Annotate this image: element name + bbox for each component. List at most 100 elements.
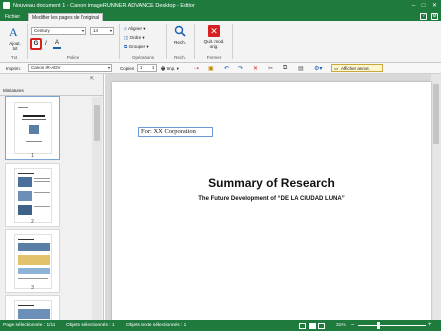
options-icon[interactable]: ⚙▾ (314, 65, 322, 72)
thumbnail-image (14, 168, 52, 223)
title-bar: Nouveau document 1 - Canon imageRUNNER A… (0, 0, 441, 12)
font-size-select[interactable]: 14 ▾ (90, 27, 114, 35)
fit-width-icon[interactable] (318, 323, 325, 329)
font-name-value: Century (34, 28, 50, 33)
thumbnail-page-1[interactable] (5, 96, 60, 160)
tab-edit-original-pages[interactable]: Modifier les pages de l'original (28, 13, 104, 21)
thumbnail-image (14, 234, 52, 289)
printer-label: Imprim. (6, 66, 21, 71)
print-button[interactable]: 🖶 Imp. ▾ (161, 65, 179, 72)
minimize-button[interactable]: – (409, 2, 418, 10)
divider (194, 24, 195, 59)
show-annotations-label: Afficher annot. (341, 66, 370, 71)
zoom-in-button[interactable]: + (428, 322, 432, 328)
search-icon (174, 25, 186, 37)
scrollbar-thumb[interactable] (433, 84, 439, 144)
divider (166, 24, 167, 59)
bold-button[interactable]: G (30, 38, 42, 50)
align-icon: ≡ (124, 26, 127, 31)
order-icon: ◫ (124, 35, 129, 40)
tab-file[interactable]: Fichier (2, 13, 23, 21)
annotation-icon: ▭ (334, 66, 339, 71)
window-title: Nouveau document 1 - Canon imageRUNNER A… (13, 3, 195, 9)
quit-edit-label: Quit. mod. orig. (203, 39, 225, 49)
thumbnails-panel: ⇱ Miniatures 1 2 3 (0, 74, 104, 322)
font-group-label: Police (66, 55, 80, 60)
thumbnail-page-2[interactable] (5, 163, 60, 227)
order-label: Ordre (129, 35, 142, 40)
zoom-slider-thumb[interactable] (377, 322, 380, 329)
zoom-slider[interactable] (358, 325, 426, 326)
document-page[interactable]: For: XX Corporation Summary of Research … (112, 82, 431, 321)
undo-icon[interactable]: ↶ (224, 65, 229, 72)
page-number-3: 3 (31, 285, 34, 291)
copies-label: Copies (120, 66, 135, 71)
order-button[interactable]: ◫ Ordre ▾ (124, 35, 145, 42)
thumbnails-scrollbar[interactable] (92, 97, 102, 321)
add-text-label: Ajout. txt (9, 41, 21, 51)
send-icon[interactable]: ⇢ (194, 65, 199, 72)
italic-button[interactable]: I (45, 40, 51, 48)
paste-icon[interactable]: ▤ (298, 65, 304, 72)
text-a-icon: A (9, 25, 18, 39)
page-number-1: 1 (31, 153, 34, 159)
text-annotation-box[interactable]: For: XX Corporation (138, 127, 213, 137)
redo-icon[interactable]: ↷ (238, 65, 243, 72)
folder-icon[interactable]: ▣ (208, 65, 214, 72)
divider (119, 24, 120, 59)
cut-icon[interactable]: ✂ (268, 65, 273, 72)
search-button[interactable]: Rech. (171, 25, 189, 51)
font-color-button[interactable]: A (53, 40, 61, 49)
help-icon[interactable]: ? (420, 13, 427, 20)
copy-icon[interactable]: ⧉ (283, 65, 287, 72)
canvas-scrollbar[interactable] (431, 74, 441, 321)
show-annotations-button[interactable]: ▭ Afficher annot. (331, 64, 383, 72)
zoom-level: 31% (336, 323, 346, 328)
ribbon: A Ajout. txt Txt Century ▾ 14 ▾ G I A Poli… (0, 21, 441, 63)
thumbnail-image (14, 300, 52, 322)
maximize-button[interactable]: □ (419, 2, 428, 10)
page-number-2: 2 (31, 219, 34, 225)
zoom-out-button[interactable]: – (351, 322, 354, 328)
page-view-icon[interactable] (299, 323, 306, 329)
operations-group-label: Opérations (131, 55, 154, 60)
fit-page-icon[interactable] (309, 323, 316, 329)
thumbnail-page-3[interactable] (5, 229, 60, 293)
scrollbar-thumb[interactable] (94, 105, 100, 141)
ribbon-tab-bar: Fichier Modifier les pages de l'original… (0, 12, 441, 21)
font-name-select[interactable]: Century ▾ (31, 27, 86, 35)
add-text-button[interactable]: A Ajout. txt (5, 26, 25, 56)
pin-icon[interactable]: ⇱ (90, 76, 98, 82)
status-page-selected: Page sélectionnée : 1/11 (3, 323, 56, 328)
close-group-label: Fermer (206, 55, 222, 60)
settings-icon[interactable]: ⚙ (431, 13, 438, 20)
delete-icon[interactable]: ✕ (253, 65, 258, 72)
group-icon: ⧉ (124, 44, 128, 49)
thumbnail-page-4[interactable] (5, 295, 60, 322)
status-bar: Page sélectionnée : 1/11 Objets sélectio… (0, 320, 441, 331)
document-subheading: The Future Development of “DE LA CIUDAD … (198, 196, 345, 202)
divider (27, 24, 28, 59)
status-objects-selected: Objets sélectionnés : 1 (66, 323, 115, 328)
status-text-objects-selected: Objets texte sélectionnés : 1 (126, 323, 187, 328)
thumbnails-title: Miniatures (3, 88, 24, 93)
divider (232, 24, 233, 59)
font-size-value: 14 (93, 28, 99, 33)
thumbnail-image (14, 102, 52, 154)
toolbar: Imprim. Canon iR-ADV ▾ Copies 1 ⇕ 🖶 Imp. ▾… (0, 63, 441, 74)
copies-stepper[interactable]: 1 ⇕ (137, 64, 157, 72)
group-button[interactable]: ⧉ Grouper ▾ (124, 44, 149, 51)
text-group-label: Txt (10, 55, 18, 60)
printer-value: Canon iR-ADV (31, 65, 61, 70)
group-label: Grouper (128, 44, 146, 49)
app-icon (3, 2, 10, 9)
printer-select[interactable]: Canon iR-ADV ▾ (28, 64, 112, 72)
quit-edit-original-button[interactable]: ✕ Quit. mod. orig. (200, 24, 228, 54)
copies-value: 1 (140, 65, 143, 70)
align-label: Aligner (128, 26, 143, 31)
align-button[interactable]: ≡ Aligner ▾ (124, 26, 146, 33)
document-heading: Summary of Research (208, 176, 335, 190)
close-red-icon: ✕ (208, 25, 220, 37)
printer-icon: 🖶 (161, 66, 166, 71)
close-window-button[interactable]: ✕ (430, 2, 439, 10)
